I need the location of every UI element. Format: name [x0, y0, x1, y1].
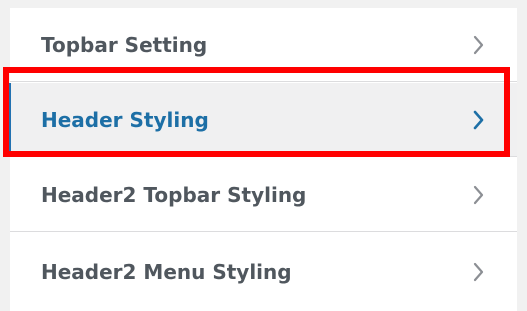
chevron-right-icon [467, 33, 491, 57]
menu-item-label: Topbar Setting [41, 33, 208, 57]
menu-item-header2-menu-styling[interactable]: Header2 Menu Styling [10, 233, 517, 311]
menu-item-topbar-setting[interactable]: Topbar Setting [10, 8, 517, 82]
menu-item-label: Header Styling [41, 108, 209, 132]
customizer-section-panel: Topbar Setting Header Styling Header2 To… [7, 8, 517, 311]
menu-item-label: Header2 Topbar Styling [41, 183, 307, 207]
chevron-right-icon [467, 183, 491, 207]
chevron-right-icon [467, 260, 491, 284]
chevron-right-icon [467, 108, 491, 132]
menu-item-header-styling[interactable]: Header Styling [7, 83, 517, 157]
menu-item-label: Header2 Menu Styling [41, 260, 292, 284]
active-indicator-bar [7, 83, 11, 157]
menu-item-header2-topbar-styling[interactable]: Header2 Topbar Styling [10, 158, 517, 232]
